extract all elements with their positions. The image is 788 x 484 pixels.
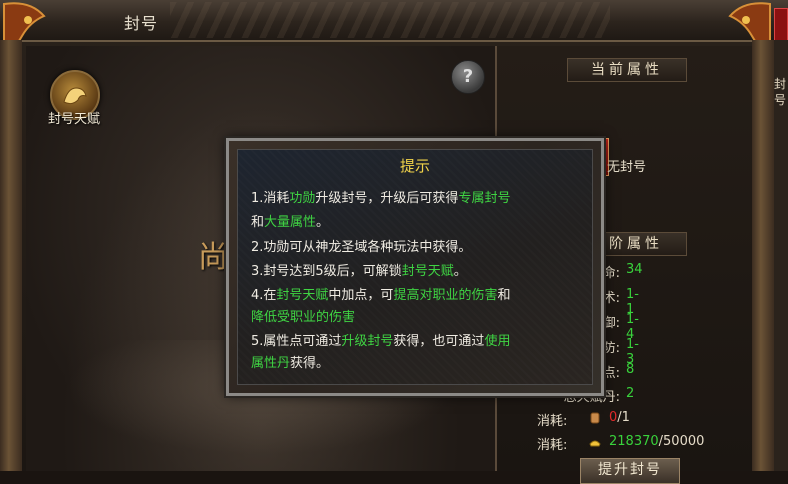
- title-bar: 封号: [0, 0, 788, 42]
- tooltip-line: 降低受职业的伤害: [251, 306, 355, 325]
- tooltip-text: 获得，也可通过: [393, 334, 485, 349]
- talent-label: 封号天赋: [48, 112, 101, 127]
- attribute-label: 命:: [602, 266, 620, 281]
- tooltip-line: 3.封号达到5级后，可解锁封号天赋。: [251, 260, 467, 279]
- tooltip-text: 4.在: [251, 288, 277, 303]
- hint-tooltip: 提示 1.消耗功勋升级封号，升级后可获得专属封号 和大量属性。 2.功勋可从神龙圣域…: [226, 138, 604, 396]
- tooltip-highlight: 降低受职业的伤害: [251, 310, 356, 325]
- tooltip-highlight: 升级封号: [341, 334, 394, 349]
- tooltip-title: 提示: [399, 157, 430, 175]
- tooltip-text: 中加点，可: [328, 288, 394, 303]
- current-attributes-header: 当前属性: [567, 58, 687, 82]
- left-frame-pillar: [0, 40, 22, 471]
- upgrade-title-button[interactable]: 提升封号: [580, 458, 680, 484]
- help-button[interactable]: ?: [451, 60, 485, 94]
- attribute-label: 御:: [602, 316, 620, 331]
- tooltip-text: 和: [251, 215, 265, 230]
- tooltip-text: 1.消耗: [251, 191, 290, 206]
- right-frame-pillar: [752, 40, 774, 471]
- tooltip-text: 升级封号，升级后可获得: [315, 191, 459, 206]
- gold-ingot-icon: [589, 440, 601, 447]
- tooltip-text: 2.功勋可从神龙圣域各种玩法中获得。: [251, 240, 472, 255]
- cost-label: 消耗:: [537, 438, 568, 453]
- attribute-value: 8: [626, 362, 635, 377]
- tooltip-line: 5.属性点可通过升级封号获得，也可通过使用: [251, 330, 510, 349]
- tooltip-highlight: 属性丹: [251, 356, 291, 371]
- tooltip-highlight: 封号天赋: [276, 288, 329, 303]
- cost-label: 消耗:: [537, 414, 568, 429]
- tooltip-highlight: 提高对职业的伤害: [393, 288, 498, 303]
- tooltip-text: 。: [453, 264, 467, 279]
- attribute-label: 术:: [602, 291, 620, 306]
- current-title-text: 无封号: [607, 160, 647, 175]
- cost-required: /1: [617, 410, 630, 425]
- scroll-icon: [590, 412, 600, 424]
- attribute-value: 2: [626, 386, 635, 401]
- tooltip-line: 1.消耗功勋升级封号，升级后可获得专属封号: [251, 187, 510, 206]
- title-ornament: [170, 2, 610, 38]
- cost-required: /50000: [658, 434, 705, 449]
- tooltip-line: 4.在封号天赋中加点，可提高对职业的伤害和: [251, 284, 510, 303]
- tooltip-text: 5.属性点可通过: [251, 334, 342, 349]
- tooltip-text: 和: [497, 288, 511, 303]
- attribute-label: 防:: [602, 341, 620, 356]
- tooltip-line: 属性丹获得。: [251, 352, 329, 371]
- tooltip-text: 。: [316, 215, 330, 230]
- tooltip-text: 获得。: [290, 356, 330, 371]
- side-tab-label: 封号: [774, 77, 787, 107]
- tooltip-text: 3.封号达到5级后，可解锁: [251, 264, 402, 279]
- title-name-char: 尚: [198, 240, 228, 275]
- window-title: 封号: [124, 14, 159, 33]
- cost-current: 218370: [609, 434, 659, 449]
- cost-value-row: 218370/50000: [609, 434, 704, 449]
- cost-value-row: 0/1: [609, 410, 630, 425]
- tooltip-highlight: 专属封号: [458, 191, 511, 206]
- tooltip-highlight: 使用: [484, 334, 511, 349]
- side-tab[interactable]: 封号: [774, 40, 788, 471]
- tooltip-line: 和大量属性。: [251, 211, 329, 230]
- attribute-value: 34: [626, 262, 643, 277]
- tooltip-highlight: 封号天赋: [401, 264, 454, 279]
- game-window: 封号 封号 封号天赋 ? 尚 当前属性 下阶属性 ✕ 无封号 命: 34 术: …: [0, 0, 788, 484]
- tooltip-highlight: 功勋: [289, 191, 316, 206]
- tooltip-line: 2.功勋可从神龙圣域各种玩法中获得。: [251, 236, 471, 255]
- tooltip-highlight: 大量属性: [264, 215, 317, 230]
